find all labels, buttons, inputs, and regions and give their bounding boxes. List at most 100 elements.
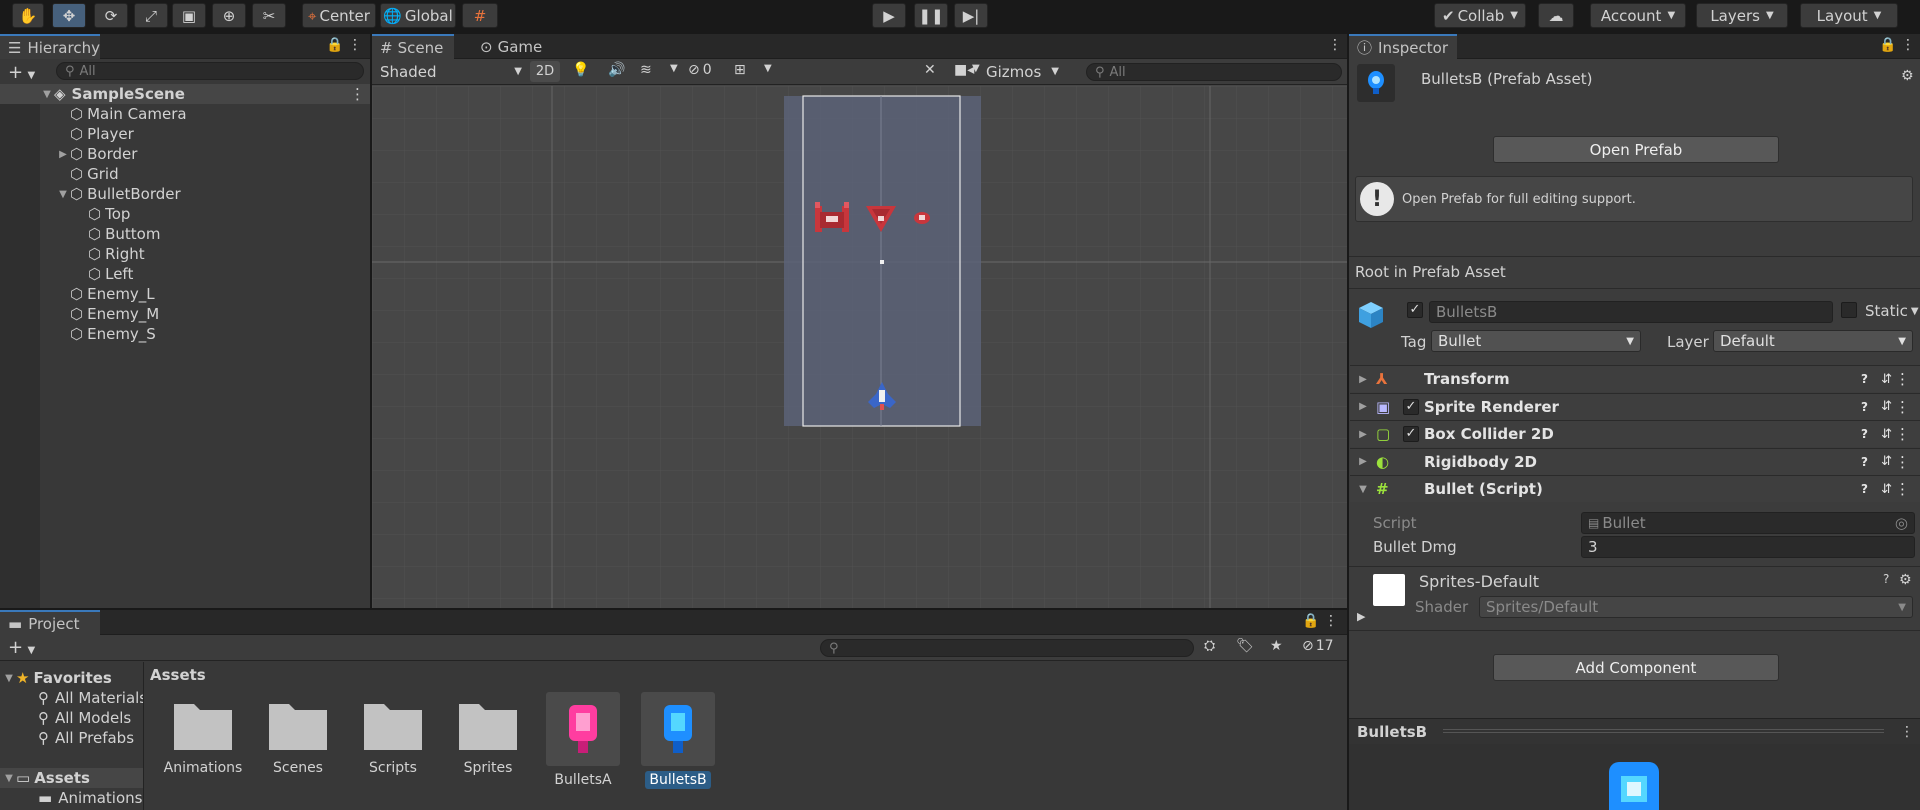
hierarchy-item[interactable]: ▶ ⬡ Border <box>0 144 137 164</box>
hierarchy-search-input[interactable]: ⚲ All <box>56 62 364 80</box>
preset-icon[interactable]: ⇵ <box>1881 482 1892 497</box>
component-header[interactable]: ▶ ◐ Rigidbody 2D? ⇵ ⋮ <box>1350 447 1920 475</box>
more-options-icon[interactable]: ⋮ <box>1900 724 1914 740</box>
help-icon[interactable]: ? <box>1883 572 1889 586</box>
tab-inspector[interactable]: ⓘ Inspector <box>1349 34 1457 59</box>
more-options-icon[interactable]: ⋮ <box>1328 37 1342 53</box>
project-search-input[interactable]: ⚲ <box>820 639 1194 657</box>
favorites-item[interactable]: ⚲ All Prefabs <box>0 728 134 748</box>
lock-icon[interactable]: 🔒 <box>326 37 343 53</box>
expand-triangle-icon[interactable]: ▶ <box>1357 610 1365 623</box>
expand-triangle-icon[interactable]: ▼ <box>1350 484 1376 495</box>
expand-triangle-icon[interactable]: ▶ <box>1350 401 1376 412</box>
hierarchy-item[interactable]: ⬡ Enemy_M <box>0 304 159 324</box>
expand-triangle-icon[interactable]: ▶ <box>1350 374 1376 385</box>
more-options-icon[interactable]: ⋮ <box>350 85 365 103</box>
component-enabled-checkbox[interactable]: ✓ <box>1398 426 1424 442</box>
shading-mode-dropdown[interactable]: Shaded ▼ <box>376 61 526 82</box>
tab-game[interactable]: ⊙ Game <box>472 34 548 59</box>
more-options-icon[interactable]: ⋮ <box>1895 425 1910 443</box>
more-options-icon[interactable]: ⋮ <box>1895 398 1910 416</box>
lighting-toggle-icon[interactable]: 💡 <box>572 62 589 78</box>
static-dropdown[interactable]: Static ▼ <box>1865 302 1919 320</box>
static-checkbox[interactable] <box>1841 302 1857 318</box>
more-options-icon[interactable]: ⋮ <box>1901 37 1915 53</box>
custom-tool-button[interactable]: ✂ <box>252 3 286 28</box>
create-button[interactable]: + ▼ <box>8 637 35 658</box>
asset-folder-item[interactable]: ▬ Animations <box>0 788 142 808</box>
preset-icon[interactable]: ⇵ <box>1881 399 1892 414</box>
asset-tile[interactable]: Sprites <box>443 692 533 776</box>
hidden-packages-toggle[interactable]: ⊘ 17 <box>1302 638 1334 654</box>
component-header[interactable]: ▶ ▢ ✓ Box Collider 2D? ⇵ ⋮ <box>1350 420 1920 447</box>
tag-dropdown[interactable]: Bullet ▼ <box>1431 330 1641 352</box>
expand-triangle-icon[interactable]: ▶ <box>56 149 70 160</box>
settings-gear-icon[interactable]: ⚙ <box>1901 68 1914 84</box>
preset-icon[interactable]: ⇵ <box>1881 427 1892 442</box>
layer-dropdown[interactable]: Default ▼ <box>1713 330 1913 352</box>
tools-icon[interactable]: ✕ <box>924 62 936 78</box>
more-options-icon[interactable]: ⋮ <box>1895 370 1910 388</box>
hierarchy-item[interactable]: ⬡ Grid <box>0 164 119 184</box>
step-button[interactable]: ▶| <box>954 3 988 28</box>
asset-tile[interactable]: BulletsB <box>633 692 723 789</box>
2d-mode-toggle[interactable]: 2D <box>530 61 560 82</box>
favorites-item[interactable]: ⚲ All Materials <box>0 688 143 708</box>
breadcrumb[interactable]: Assets <box>150 666 206 684</box>
object-name-field[interactable]: BulletsB <box>1429 301 1833 323</box>
asset-folder-item[interactable]: ▬Scenes <box>0 806 112 810</box>
hierarchy-item[interactable]: ⬡ Enemy_S <box>0 324 156 344</box>
asset-tile[interactable]: Scenes <box>253 692 343 776</box>
tab-project[interactable]: ▬ Project <box>0 610 100 635</box>
help-icon[interactable]: ? <box>1861 455 1868 469</box>
chevron-down-icon[interactable]: ▼ <box>670 63 678 74</box>
tab-hierarchy[interactable]: ☰ Hierarchy <box>0 34 100 59</box>
hidden-objects-toggle[interactable]: ⊘ 0 <box>688 62 712 78</box>
layers-dropdown[interactable]: Layers ▼ <box>1696 3 1788 28</box>
active-checkbox[interactable]: ✓ <box>1407 302 1423 318</box>
favorites-row[interactable]: ▼ ★ Favorites <box>0 668 112 688</box>
shader-dropdown[interactable]: Sprites/Default ▼ <box>1479 596 1913 618</box>
help-icon[interactable]: ? <box>1861 427 1868 441</box>
component-enabled-checkbox[interactable]: ✓ <box>1398 398 1424 415</box>
hierarchy-item[interactable]: ⬡ Right <box>0 244 145 264</box>
create-button[interactable]: + ▼ <box>8 62 35 83</box>
scale-tool-button[interactable]: ⤢ <box>134 3 168 28</box>
hierarchy-item[interactable]: ⬡ Top <box>0 204 130 224</box>
rotate-tool-button[interactable]: ⟳ <box>94 3 128 28</box>
filter-type-icon[interactable]: ⛭ <box>1204 638 1215 654</box>
lock-icon[interactable]: 🔒 <box>1302 613 1319 629</box>
more-options-icon[interactable]: ⋮ <box>348 37 362 53</box>
play-button[interactable]: ▶ <box>872 3 906 28</box>
help-icon[interactable]: ? <box>1861 400 1868 414</box>
transform-tool-button[interactable]: ⊕ <box>212 3 246 28</box>
asset-tile[interactable]: BulletsA <box>538 692 628 788</box>
collab-dropdown[interactable]: ✔ Collab ▼ <box>1434 3 1526 28</box>
assets-tree-row[interactable]: ▼ ▭ Assets <box>0 768 143 788</box>
more-options-icon[interactable]: ⋮ <box>1895 453 1910 471</box>
audio-toggle-icon[interactable]: 🔊 <box>608 62 625 78</box>
asset-tile[interactable]: Animations <box>158 692 248 776</box>
target-icon[interactable]: ◎ <box>1895 514 1908 532</box>
pivot-center-button[interactable]: ⌖ Center <box>302 3 376 28</box>
component-header[interactable]: ▶ ⅄ Transform? ⇵ ⋮ <box>1350 365 1920 392</box>
effects-toggle-icon[interactable]: ≋ <box>640 62 652 78</box>
asset-tile[interactable]: Scripts <box>348 692 438 776</box>
move-tool-button[interactable]: ✥ <box>52 3 86 28</box>
account-dropdown[interactable]: Account ▼ <box>1590 3 1686 28</box>
chevron-down-icon[interactable]: ▼ <box>972 63 980 74</box>
grid-snap-button[interactable]: # <box>462 3 498 28</box>
chevron-down-icon[interactable]: ▼ <box>764 63 772 74</box>
scene-row[interactable]: ▼ ◈ SampleScene ⋮ <box>0 84 370 104</box>
expand-triangle-icon[interactable]: ▼ <box>56 189 70 200</box>
scene-canvas[interactable] <box>372 86 1347 608</box>
star-icon[interactable]: ★ <box>1270 638 1283 654</box>
hierarchy-item[interactable]: ▼ ⬡ BulletBorder <box>0 184 181 204</box>
cloud-button[interactable]: ☁ <box>1538 3 1574 28</box>
help-icon[interactable]: ? <box>1861 482 1868 496</box>
expand-triangle-icon[interactable]: ▶ <box>1350 429 1376 440</box>
rect-tool-button[interactable]: ▣ <box>172 3 206 28</box>
drag-handle[interactable] <box>1443 728 1884 735</box>
favorites-item[interactable]: ⚲ All Models <box>0 708 131 728</box>
hierarchy-item[interactable]: ⬡ Buttom <box>0 224 160 244</box>
